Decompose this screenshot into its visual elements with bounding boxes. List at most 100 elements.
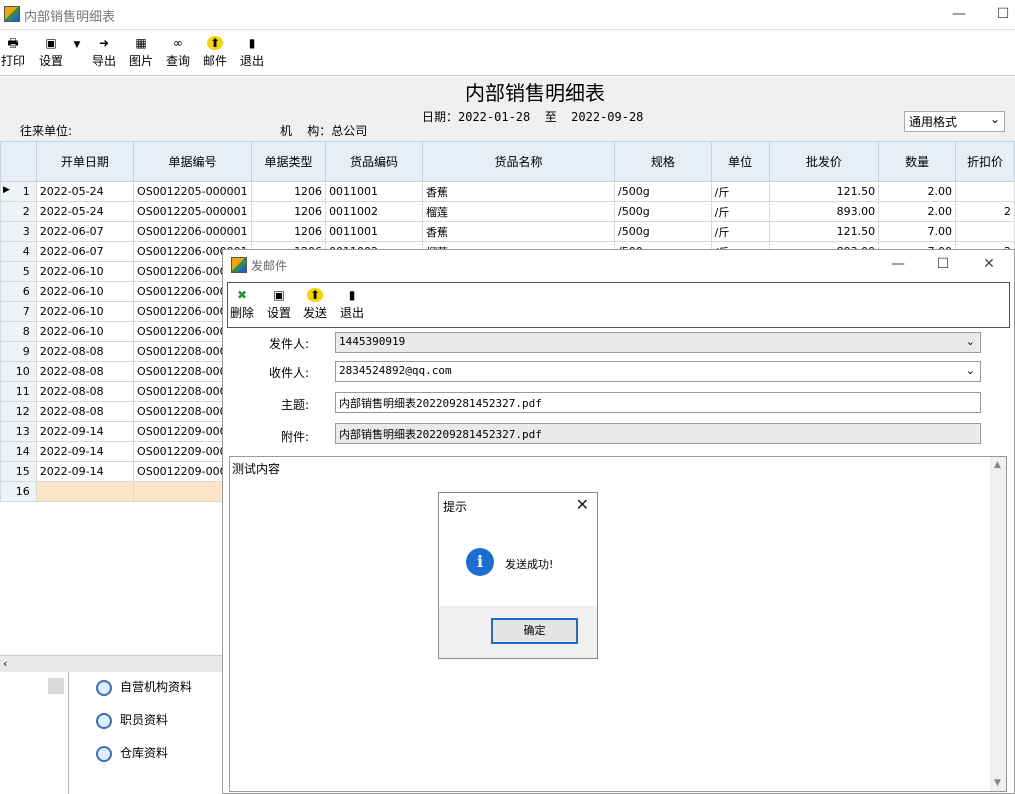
table-cell[interactable]: 2022-09-14 xyxy=(35,461,135,482)
row-number-cell[interactable]: 12 xyxy=(0,401,37,422)
row-number-cell[interactable]: 14 xyxy=(0,441,37,462)
row-number-cell[interactable]: 7 xyxy=(0,301,37,322)
table-cell[interactable]: 2022-05-24 xyxy=(35,201,135,222)
format-select[interactable]: 通用格式 ⌄ xyxy=(904,111,1005,132)
tree-item-org[interactable]: 自营机构资料 xyxy=(96,678,192,696)
table-cell[interactable]: 121.50 xyxy=(768,221,880,242)
table-row[interactable]: ▶ 1 2022-05-24 OS0012205-000001 1206 0011001 香… xyxy=(0,181,1015,202)
table-cell[interactable]: 2022-06-10 xyxy=(35,321,135,342)
mail-body-textarea[interactable]: 测试内容 ▲ ▼ xyxy=(229,456,1007,792)
table-cell[interactable]: 1206 xyxy=(251,201,327,222)
table-cell[interactable]: 7.00 xyxy=(878,221,957,242)
row-number-cell[interactable]: 16 xyxy=(0,481,37,502)
table-cell[interactable]: 1206 xyxy=(251,221,327,242)
row-number-cell[interactable]: 8 xyxy=(0,321,37,342)
table-cell[interactable]: /500g xyxy=(614,201,712,222)
row-number-cell[interactable]: 6 xyxy=(0,281,37,302)
scroll-down-icon[interactable]: ▼ xyxy=(994,778,1001,788)
table-cell[interactable]: 榴莲 xyxy=(422,201,616,222)
table-row[interactable]: 3 2022-06-07 OS0012206-000001 1206 0011001 香蕉… xyxy=(0,221,1015,242)
tree-item-warehouse[interactable]: 仓库资料 xyxy=(96,744,168,762)
column-header[interactable]: 货品名称 xyxy=(422,141,616,182)
table-cell[interactable]: 893.00 xyxy=(768,201,880,222)
column-header[interactable]: 单位 xyxy=(710,141,770,182)
vertical-scrollbar[interactable]: ▲ ▼ xyxy=(990,457,1006,791)
attachment-field[interactable]: 内部销售明细表202209281452327.pdf xyxy=(335,423,981,444)
table-cell[interactable]: 0011002 xyxy=(325,201,424,222)
table-cell[interactable]: 2022-05-24 xyxy=(35,181,135,202)
table-cell[interactable]: 0011001 xyxy=(325,221,424,242)
table-cell[interactable]: /斤 xyxy=(710,221,770,242)
column-header[interactable]: 规格 xyxy=(614,141,712,182)
table-cell[interactable]: 2022-09-14 xyxy=(35,441,135,462)
horizontal-scrollbar[interactable]: ‹ xyxy=(0,655,222,672)
row-number-cell[interactable]: 2 xyxy=(0,201,37,222)
column-header[interactable]: 开单日期 xyxy=(35,141,135,182)
table-cell[interactable] xyxy=(35,481,135,502)
row-number-cell[interactable]: 9 xyxy=(0,341,37,362)
row-number-cell[interactable]: ▶ 1 xyxy=(0,181,37,202)
table-cell[interactable] xyxy=(955,221,1015,242)
sender-field[interactable]: 1445390919 ⌄ xyxy=(335,332,981,353)
column-header[interactable]: 单据编号 xyxy=(133,141,253,182)
table-cell[interactable]: /500g xyxy=(614,221,712,242)
mail-button[interactable]: ⬆ 邮件 xyxy=(202,36,228,69)
ok-button[interactable]: 确定 xyxy=(491,618,578,644)
table-cell[interactable]: 2022-08-08 xyxy=(35,401,135,422)
delete-button[interactable]: ✖ 删除 xyxy=(228,288,256,321)
table-cell[interactable]: /斤 xyxy=(710,181,770,202)
row-number-cell[interactable]: 4 xyxy=(0,241,37,262)
tree-item-staff[interactable]: 职员资料 xyxy=(96,711,168,729)
row-number-cell[interactable]: 3 xyxy=(0,221,37,242)
query-button[interactable]: ∞ 查询 xyxy=(165,36,191,69)
table-cell[interactable]: 2022-06-10 xyxy=(35,281,135,302)
row-number-cell[interactable]: 11 xyxy=(0,381,37,402)
minimize-button[interactable]: — xyxy=(944,4,974,26)
scroll-up-icon[interactable]: ▲ xyxy=(994,460,1001,470)
image-button[interactable]: ▦ 图片 xyxy=(128,36,154,69)
table-cell[interactable]: 2022-06-10 xyxy=(35,301,135,322)
table-cell[interactable]: 2022-06-07 xyxy=(35,241,135,262)
table-cell[interactable]: 2022-06-07 xyxy=(35,221,135,242)
row-number-cell[interactable]: 15 xyxy=(0,461,37,482)
table-cell[interactable]: 2022-08-08 xyxy=(35,381,135,402)
table-row[interactable]: 2 2022-05-24 OS0012205-000001 1206 0011002 榴莲… xyxy=(0,201,1015,222)
mail-settings-button[interactable]: ▣ 设置 xyxy=(265,288,293,321)
table-cell[interactable]: OS0012205-000001 xyxy=(133,181,253,202)
table-cell[interactable]: 1206 xyxy=(251,181,327,202)
column-header[interactable]: 批发价 xyxy=(768,141,880,182)
exit-button[interactable]: ▮ 退出 xyxy=(239,36,265,69)
table-cell[interactable]: OS0012206-000001 xyxy=(133,221,253,242)
table-cell[interactable]: 2022-06-10 xyxy=(35,261,135,282)
table-cell[interactable]: 2022-08-08 xyxy=(35,361,135,382)
table-cell[interactable]: OS0012205-000001 xyxy=(133,201,253,222)
subject-field[interactable]: 内部销售明细表202209281452327.pdf xyxy=(335,392,981,413)
mail-exit-button[interactable]: ▮ 退出 xyxy=(338,288,366,321)
dialog-close-button[interactable]: ✕ xyxy=(576,495,589,514)
tree-scroll-thumb[interactable] xyxy=(48,678,64,694)
column-header[interactable]: 货品编码 xyxy=(325,141,424,182)
table-cell[interactable]: 2022-09-14 xyxy=(35,421,135,442)
table-cell[interactable]: 香蕉 xyxy=(422,221,616,242)
send-button[interactable]: ⬆ 发送 xyxy=(301,288,329,321)
table-cell[interactable]: 2.00 xyxy=(878,181,957,202)
row-number-cell[interactable]: 10 xyxy=(0,361,37,382)
mail-maximize-button[interactable]: ☐ xyxy=(928,254,958,276)
settings-button[interactable]: ▣ 设置 xyxy=(38,36,64,69)
maximize-button[interactable]: ☐ xyxy=(988,4,1015,26)
row-number-cell[interactable]: 5 xyxy=(0,261,37,282)
table-cell[interactable]: /斤 xyxy=(710,201,770,222)
table-cell[interactable] xyxy=(955,181,1015,202)
row-number-cell[interactable]: 13 xyxy=(0,421,37,442)
table-cell[interactable]: 2 xyxy=(955,201,1015,222)
mail-close-button[interactable]: ✕ xyxy=(974,254,1004,276)
table-cell[interactable]: 香蕉 xyxy=(422,181,616,202)
column-header[interactable]: 单据类型 xyxy=(251,141,327,182)
table-cell[interactable]: 0011001 xyxy=(325,181,424,202)
recipient-field[interactable]: 2834524892@qq.com ⌄ xyxy=(335,361,981,382)
table-cell[interactable]: /500g xyxy=(614,181,712,202)
table-cell[interactable]: 2022-08-08 xyxy=(35,341,135,362)
table-cell[interactable]: 2.00 xyxy=(878,201,957,222)
mail-minimize-button[interactable]: — xyxy=(883,254,913,276)
export-button[interactable]: ➜ 导出 xyxy=(91,36,117,69)
